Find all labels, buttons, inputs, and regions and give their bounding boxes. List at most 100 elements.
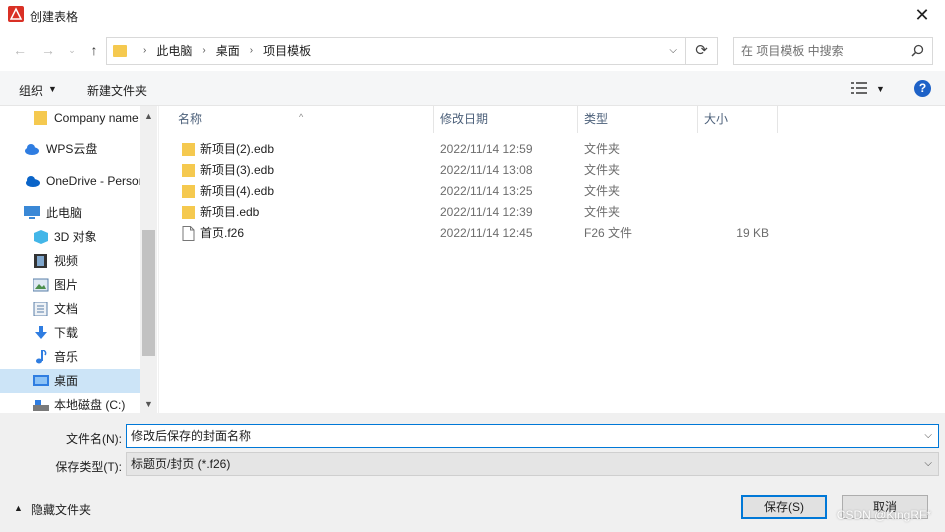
download-icon: [35, 326, 47, 339]
drive-icon: [33, 400, 49, 411]
breadcrumb-item[interactable]: 此电脑: [156, 38, 192, 64]
hide-folders-label: 隐藏文件夹: [31, 503, 92, 517]
sidebar-item-label: 图片: [54, 278, 79, 292]
column-label: 修改日期: [440, 112, 489, 126]
music-icon: [36, 350, 47, 364]
forward-arrow-icon[interactable]: →: [38, 40, 58, 60]
breadcrumb-item[interactable]: 桌面: [216, 38, 240, 64]
view-options-icon[interactable]: [851, 82, 867, 94]
sidebar-item-desktop[interactable]: 桌面: [0, 369, 140, 393]
chevron-right-icon: ›: [249, 45, 254, 56]
app-icon: [8, 6, 24, 22]
sidebar-item-label: 本地磁盘 (C:): [54, 398, 126, 412]
file-name: 新项目(2).edb: [200, 142, 275, 156]
sidebar-item-music[interactable]: 音乐: [0, 345, 140, 369]
sidebar-item-label: Company name: [54, 111, 139, 125]
file-name: 首页.f26: [200, 226, 245, 240]
scroll-down-icon[interactable]: ▼: [140, 399, 157, 409]
watermark: CSDN @KingRF*: [836, 508, 931, 522]
help-icon[interactable]: ?: [914, 80, 931, 97]
file-type: F26 文件: [584, 226, 633, 240]
sidebar-item-documents[interactable]: 文档: [0, 297, 140, 321]
address-bar[interactable]: › 此电脑 › 桌面 › 项目模板 ⌵: [106, 37, 686, 65]
sidebar-item-label: 桌面: [54, 374, 79, 388]
chevron-down-icon[interactable]: ⌵: [669, 38, 677, 64]
sidebar-item-label: 此电脑: [46, 206, 83, 220]
sidebar-item-label: 视频: [54, 254, 79, 268]
chevron-down-icon[interactable]: ⌵: [924, 425, 932, 447]
sidebar-item-label: 文档: [54, 302, 79, 316]
filetype-value: 标题页/封页 (*.f26): [131, 457, 231, 471]
caret-down-icon[interactable]: ▼: [48, 84, 57, 94]
file-date: 2022/11/14 12:45: [440, 226, 533, 240]
chevron-down-icon[interactable]: ⌵: [924, 453, 932, 475]
table-row[interactable]: 首页.f26 2022/11/14 12:45 F26 文件 19 KB: [159, 223, 945, 244]
up-arrow-icon[interactable]: ↑: [84, 40, 104, 60]
close-button[interactable]: ✕: [899, 0, 945, 31]
breadcrumb: › 此电脑 › 桌面 › 项目模板: [133, 38, 311, 64]
cloud-icon: [25, 144, 39, 155]
title-bar: 创建表格 ✕: [0, 0, 945, 31]
column-header-type[interactable]: 类型: [578, 106, 698, 133]
file-name: 新项目(4).edb: [200, 184, 275, 198]
search-icon[interactable]: [911, 44, 924, 57]
column-label: 大小: [704, 112, 729, 126]
new-folder-button[interactable]: 新建文件夹: [87, 82, 147, 99]
table-row[interactable]: 新项目(3).edb 2022/11/14 13:08 文件夹: [159, 160, 945, 181]
file-date: 2022/11/14 13:25: [440, 184, 533, 198]
file-list: 名称 ^ 修改日期 类型 大小 新项目(2).edb 2022/11/14 12…: [158, 106, 945, 413]
onedrive-icon: [26, 176, 40, 187]
file-name: 新项目.edb: [200, 205, 260, 219]
organize-menu[interactable]: 组织: [19, 82, 43, 99]
column-header-date[interactable]: 修改日期: [434, 106, 578, 133]
breadcrumb-item[interactable]: 项目模板: [263, 38, 311, 64]
column-header-size[interactable]: 大小: [698, 106, 778, 133]
sidebar-item-pictures[interactable]: 图片: [0, 273, 140, 297]
save-button[interactable]: 保存(S): [741, 495, 827, 519]
recent-chevron-icon[interactable]: ⌄: [62, 40, 82, 60]
sidebar-item-wps[interactable]: WPS云盘: [0, 137, 140, 161]
sidebar-item-drive-c[interactable]: 本地磁盘 (C:): [0, 393, 140, 413]
video-icon: [34, 254, 47, 268]
filetype-select[interactable]: 标题页/封页 (*.f26) ⌵: [126, 452, 939, 476]
folder-icon: [182, 143, 195, 156]
caret-down-icon[interactable]: ▼: [876, 84, 885, 94]
file-date: 2022/11/14 12:59: [440, 142, 533, 156]
save-form: 文件名(N): 修改后保存的封面名称 ⌵ 保存类型(T): 标题页/封页 (*.…: [0, 413, 945, 532]
table-row[interactable]: 新项目.edb 2022/11/14 12:39 文件夹: [159, 202, 945, 223]
scrollbar-thumb[interactable]: [142, 230, 155, 356]
sidebar-item-3d[interactable]: 3D 对象: [0, 225, 140, 249]
sidebar-item-this-pc[interactable]: 此电脑: [0, 201, 140, 225]
search-input[interactable]: 在 项目模板 中搜索: [733, 37, 933, 65]
chevron-right-icon: ›: [143, 45, 147, 56]
table-row[interactable]: 新项目(4).edb 2022/11/14 13:25 文件夹: [159, 181, 945, 202]
sidebar-item-onedrive[interactable]: OneDrive - Personal: [0, 169, 140, 193]
scroll-up-icon[interactable]: ▲: [140, 111, 157, 121]
sidebar-scrollbar[interactable]: ▲ ▼: [140, 106, 157, 413]
column-header-name[interactable]: 名称 ^: [159, 106, 434, 133]
folder-icon: [182, 206, 195, 219]
refresh-button[interactable]: ⟳: [686, 37, 718, 65]
sidebar-item-label: WPS云盘: [46, 142, 98, 156]
filename-label: 文件名(N):: [66, 432, 122, 446]
command-bar: 组织 ▼ 新建文件夹 ▼ ?: [0, 71, 945, 106]
file-type: 文件夹: [584, 184, 621, 198]
chevron-right-icon: ›: [202, 45, 206, 56]
sidebar-item-label: 3D 对象: [54, 230, 97, 244]
sidebar-item-downloads[interactable]: 下载: [0, 321, 140, 345]
back-arrow-icon[interactable]: ←: [10, 40, 30, 60]
desktop-icon: [33, 375, 49, 386]
cube-icon: [34, 230, 48, 244]
file-date: 2022/11/14 12:39: [440, 205, 533, 219]
folder-icon: [182, 164, 195, 177]
filename-field[interactable]: 修改后保存的封面名称 ⌵: [126, 424, 939, 448]
sidebar-item-videos[interactable]: 视频: [0, 249, 140, 273]
file-type: 文件夹: [584, 205, 621, 219]
file-icon: [182, 226, 195, 241]
document-icon: [33, 302, 48, 316]
computer-icon: [24, 206, 40, 219]
navigation-bar: ← → ⌄ ↑ › 此电脑 › 桌面 › 项目模板 ⌵ ⟳ 在 项目模板 中搜索: [0, 31, 945, 71]
table-row[interactable]: 新项目(2).edb 2022/11/14 12:59 文件夹: [159, 139, 945, 160]
sidebar-item-company[interactable]: Company name: [0, 106, 140, 130]
file-type: 文件夹: [584, 142, 621, 156]
